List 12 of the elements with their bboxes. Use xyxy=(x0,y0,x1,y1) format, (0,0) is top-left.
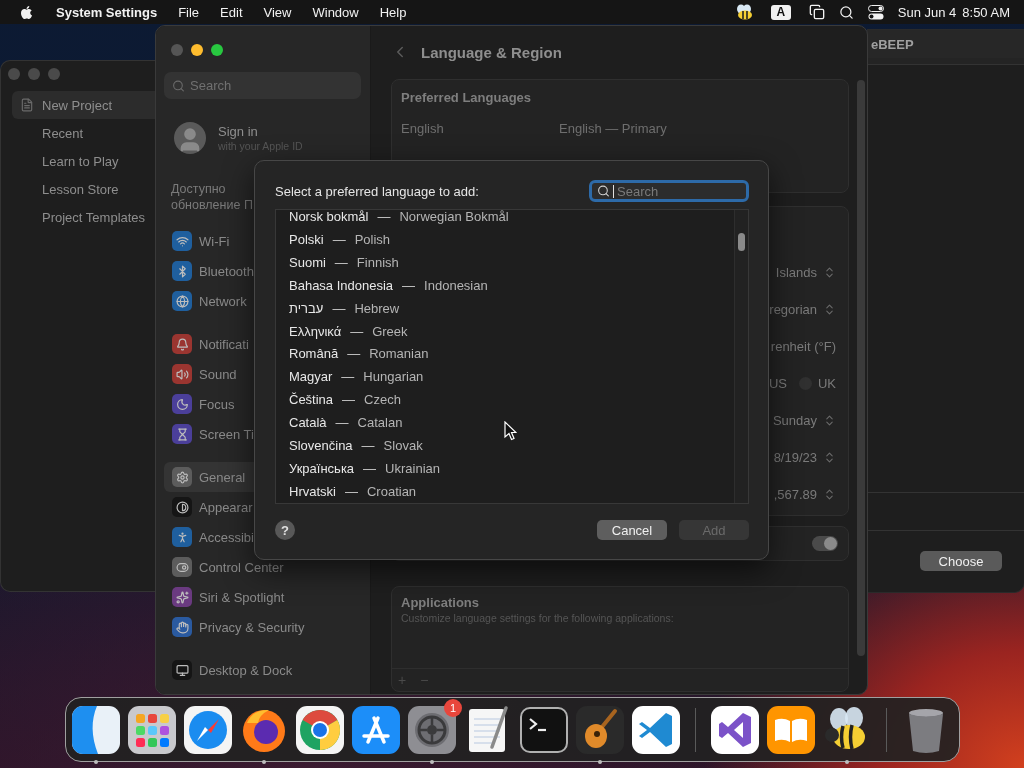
window-title: eBEEP xyxy=(871,36,914,52)
language-name: English xyxy=(401,121,445,136)
radio-label: UK xyxy=(817,376,836,391)
panel-title: Applications xyxy=(401,595,480,610)
sheet-prompt: Select a preferred language to add: xyxy=(275,183,479,199)
language-detail: English — Primary xyxy=(559,121,667,136)
panel-title: Preferred Languages xyxy=(401,90,533,105)
setting-value: renheit (°F) xyxy=(770,339,836,354)
radio-label: US xyxy=(768,376,787,391)
notification-badge: 1 xyxy=(444,698,462,717)
account-title: Sign in xyxy=(218,124,259,139)
page-title: Language & Region xyxy=(421,43,562,61)
